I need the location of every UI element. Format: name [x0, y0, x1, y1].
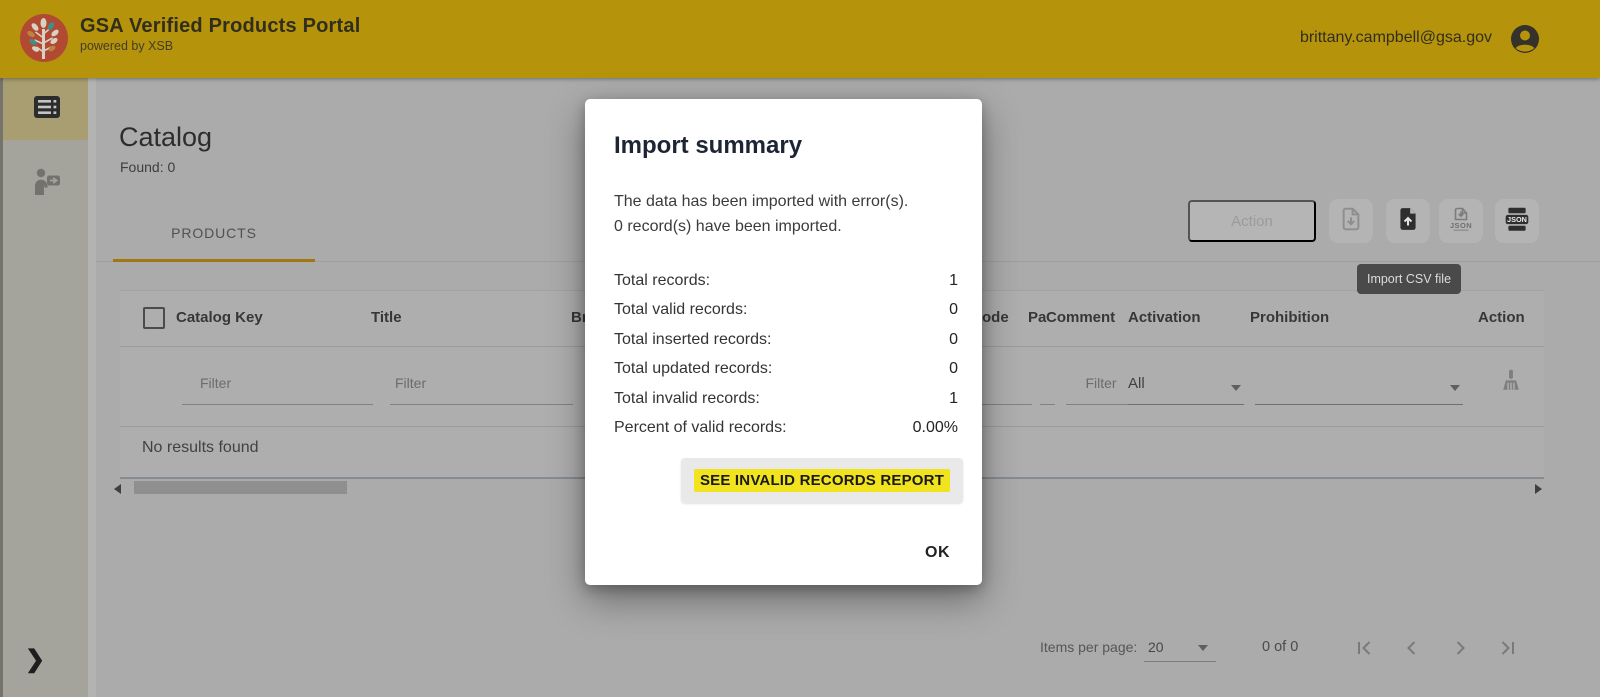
chevron-down-icon: [1450, 385, 1460, 391]
action-button[interactable]: Action: [1188, 200, 1316, 242]
import-json-button[interactable]: JSON: [1495, 199, 1539, 243]
app-title: GSA Verified Products Portal: [80, 15, 361, 37]
app-subtitle: powered by XSB: [80, 39, 174, 53]
stat-row-total-valid: Total valid records: 0: [614, 301, 958, 319]
tooltip-import-csv: Import CSV file: [1357, 264, 1461, 294]
activation-filter-select[interactable]: All: [1128, 369, 1244, 405]
see-invalid-records-report-button[interactable]: SEE INVALID RECORDS REPORT: [681, 458, 963, 503]
sidebar-item-catalog[interactable]: [3, 78, 91, 140]
chevron-down-icon: [1198, 645, 1208, 651]
column-header-part[interactable]: Pa: [1028, 309, 1046, 326]
import-stats-list: Total records: 1 Total valid records: 0 …: [614, 266, 958, 443]
column-header-code[interactable]: ode: [982, 309, 1009, 326]
user-email: brittany.campbell@gsa.gov: [1299, 29, 1492, 46]
column-header-action[interactable]: Action: [1478, 309, 1525, 326]
file-download-icon: [1338, 206, 1364, 237]
stat-row-total-updated: Total updated records: 0: [614, 360, 958, 378]
broom-icon: [1498, 369, 1524, 397]
column-header-prohibition[interactable]: Prohibition: [1250, 309, 1329, 326]
column-header-activation[interactable]: Activation: [1128, 309, 1201, 326]
column-header-comment[interactable]: Comment: [1046, 309, 1115, 326]
items-per-page-select[interactable]: 20: [1148, 639, 1202, 655]
sidebar-divider: [88, 78, 96, 697]
page-range-label: 0 of 0: [1262, 639, 1299, 655]
previous-page-button[interactable]: [1398, 634, 1426, 662]
table-list-icon: [33, 95, 61, 124]
column-header-catalog-key[interactable]: Catalog Key: [176, 309, 263, 326]
filter-input-comment[interactable]: [1066, 369, 1136, 405]
stat-row-total-inserted: Total inserted records: 0: [614, 330, 958, 348]
column-header-title[interactable]: Title: [371, 309, 402, 326]
stat-row-total-records: Total records: 1: [614, 271, 958, 289]
activation-filter-value: All: [1128, 375, 1145, 392]
dialog-message-line1: The data has been imported with error(s)…: [614, 193, 909, 210]
filter-underline-stub[interactable]: [1040, 404, 1055, 405]
dialog-title: Import summary: [614, 132, 803, 159]
file-download-json-icon: JSON: [1447, 205, 1475, 238]
json-printer-icon: JSON: [1503, 205, 1531, 238]
report-button-label: SEE INVALID RECORDS REPORT: [693, 469, 951, 492]
gsa-tree-logo-icon: [20, 14, 68, 67]
last-page-button[interactable]: [1494, 634, 1522, 662]
scroll-left-arrow-icon[interactable]: [114, 484, 121, 494]
items-per-page-label: Items per page:: [1040, 639, 1138, 655]
first-page-button[interactable]: [1350, 634, 1378, 662]
page-title: Catalog: [119, 122, 213, 152]
app-window: GSA Verified Products Portal powered by …: [0, 0, 1600, 697]
dialog-message-line2: 0 record(s) have been imported.: [614, 218, 842, 235]
import-csv-button[interactable]: [1386, 199, 1430, 243]
svg-text:JSON: JSON: [1450, 221, 1472, 230]
person-arrow-icon: [31, 167, 63, 200]
ok-button[interactable]: OK: [921, 536, 954, 570]
import-summary-dialog: Import summary The data has been importe…: [585, 99, 982, 585]
app-header: GSA Verified Products Portal powered by …: [0, 0, 1600, 78]
stat-row-percent-valid: Percent of valid records: 0.00%: [614, 419, 958, 437]
tab-products[interactable]: PRODUCTS: [113, 204, 315, 262]
file-upload-icon: [1395, 206, 1421, 237]
select-all-checkbox[interactable]: [143, 307, 165, 329]
prohibition-filter-select[interactable]: [1255, 369, 1463, 405]
svg-text:JSON: JSON: [1507, 215, 1527, 224]
filter-input-title[interactable]: [390, 369, 573, 405]
dialog-message: The data has been imported with error(s)…: [614, 189, 908, 239]
scrollbar-thumb[interactable]: [134, 481, 347, 494]
download-csv-button[interactable]: [1329, 199, 1373, 243]
items-per-page-underline: [1144, 661, 1216, 662]
scroll-right-arrow-icon[interactable]: [1535, 484, 1542, 494]
sidebar-item-suppliers[interactable]: [3, 152, 91, 214]
clear-filters-button[interactable]: [1498, 367, 1524, 398]
found-count: Found: 0: [120, 159, 176, 175]
empty-results-message: No results found: [142, 439, 259, 456]
next-page-button[interactable]: [1446, 634, 1474, 662]
export-json-button[interactable]: JSON: [1439, 199, 1483, 243]
account-circle-icon[interactable]: [1510, 24, 1540, 59]
filter-input-catalog-key[interactable]: [182, 369, 373, 405]
chevron-down-icon: [1231, 385, 1241, 391]
tab-active-indicator: [113, 259, 315, 262]
expand-sidebar-chevron-icon[interactable]: ❯: [20, 644, 50, 674]
left-sidebar: [0, 78, 91, 697]
stat-row-total-invalid: Total invalid records: 1: [614, 389, 958, 407]
